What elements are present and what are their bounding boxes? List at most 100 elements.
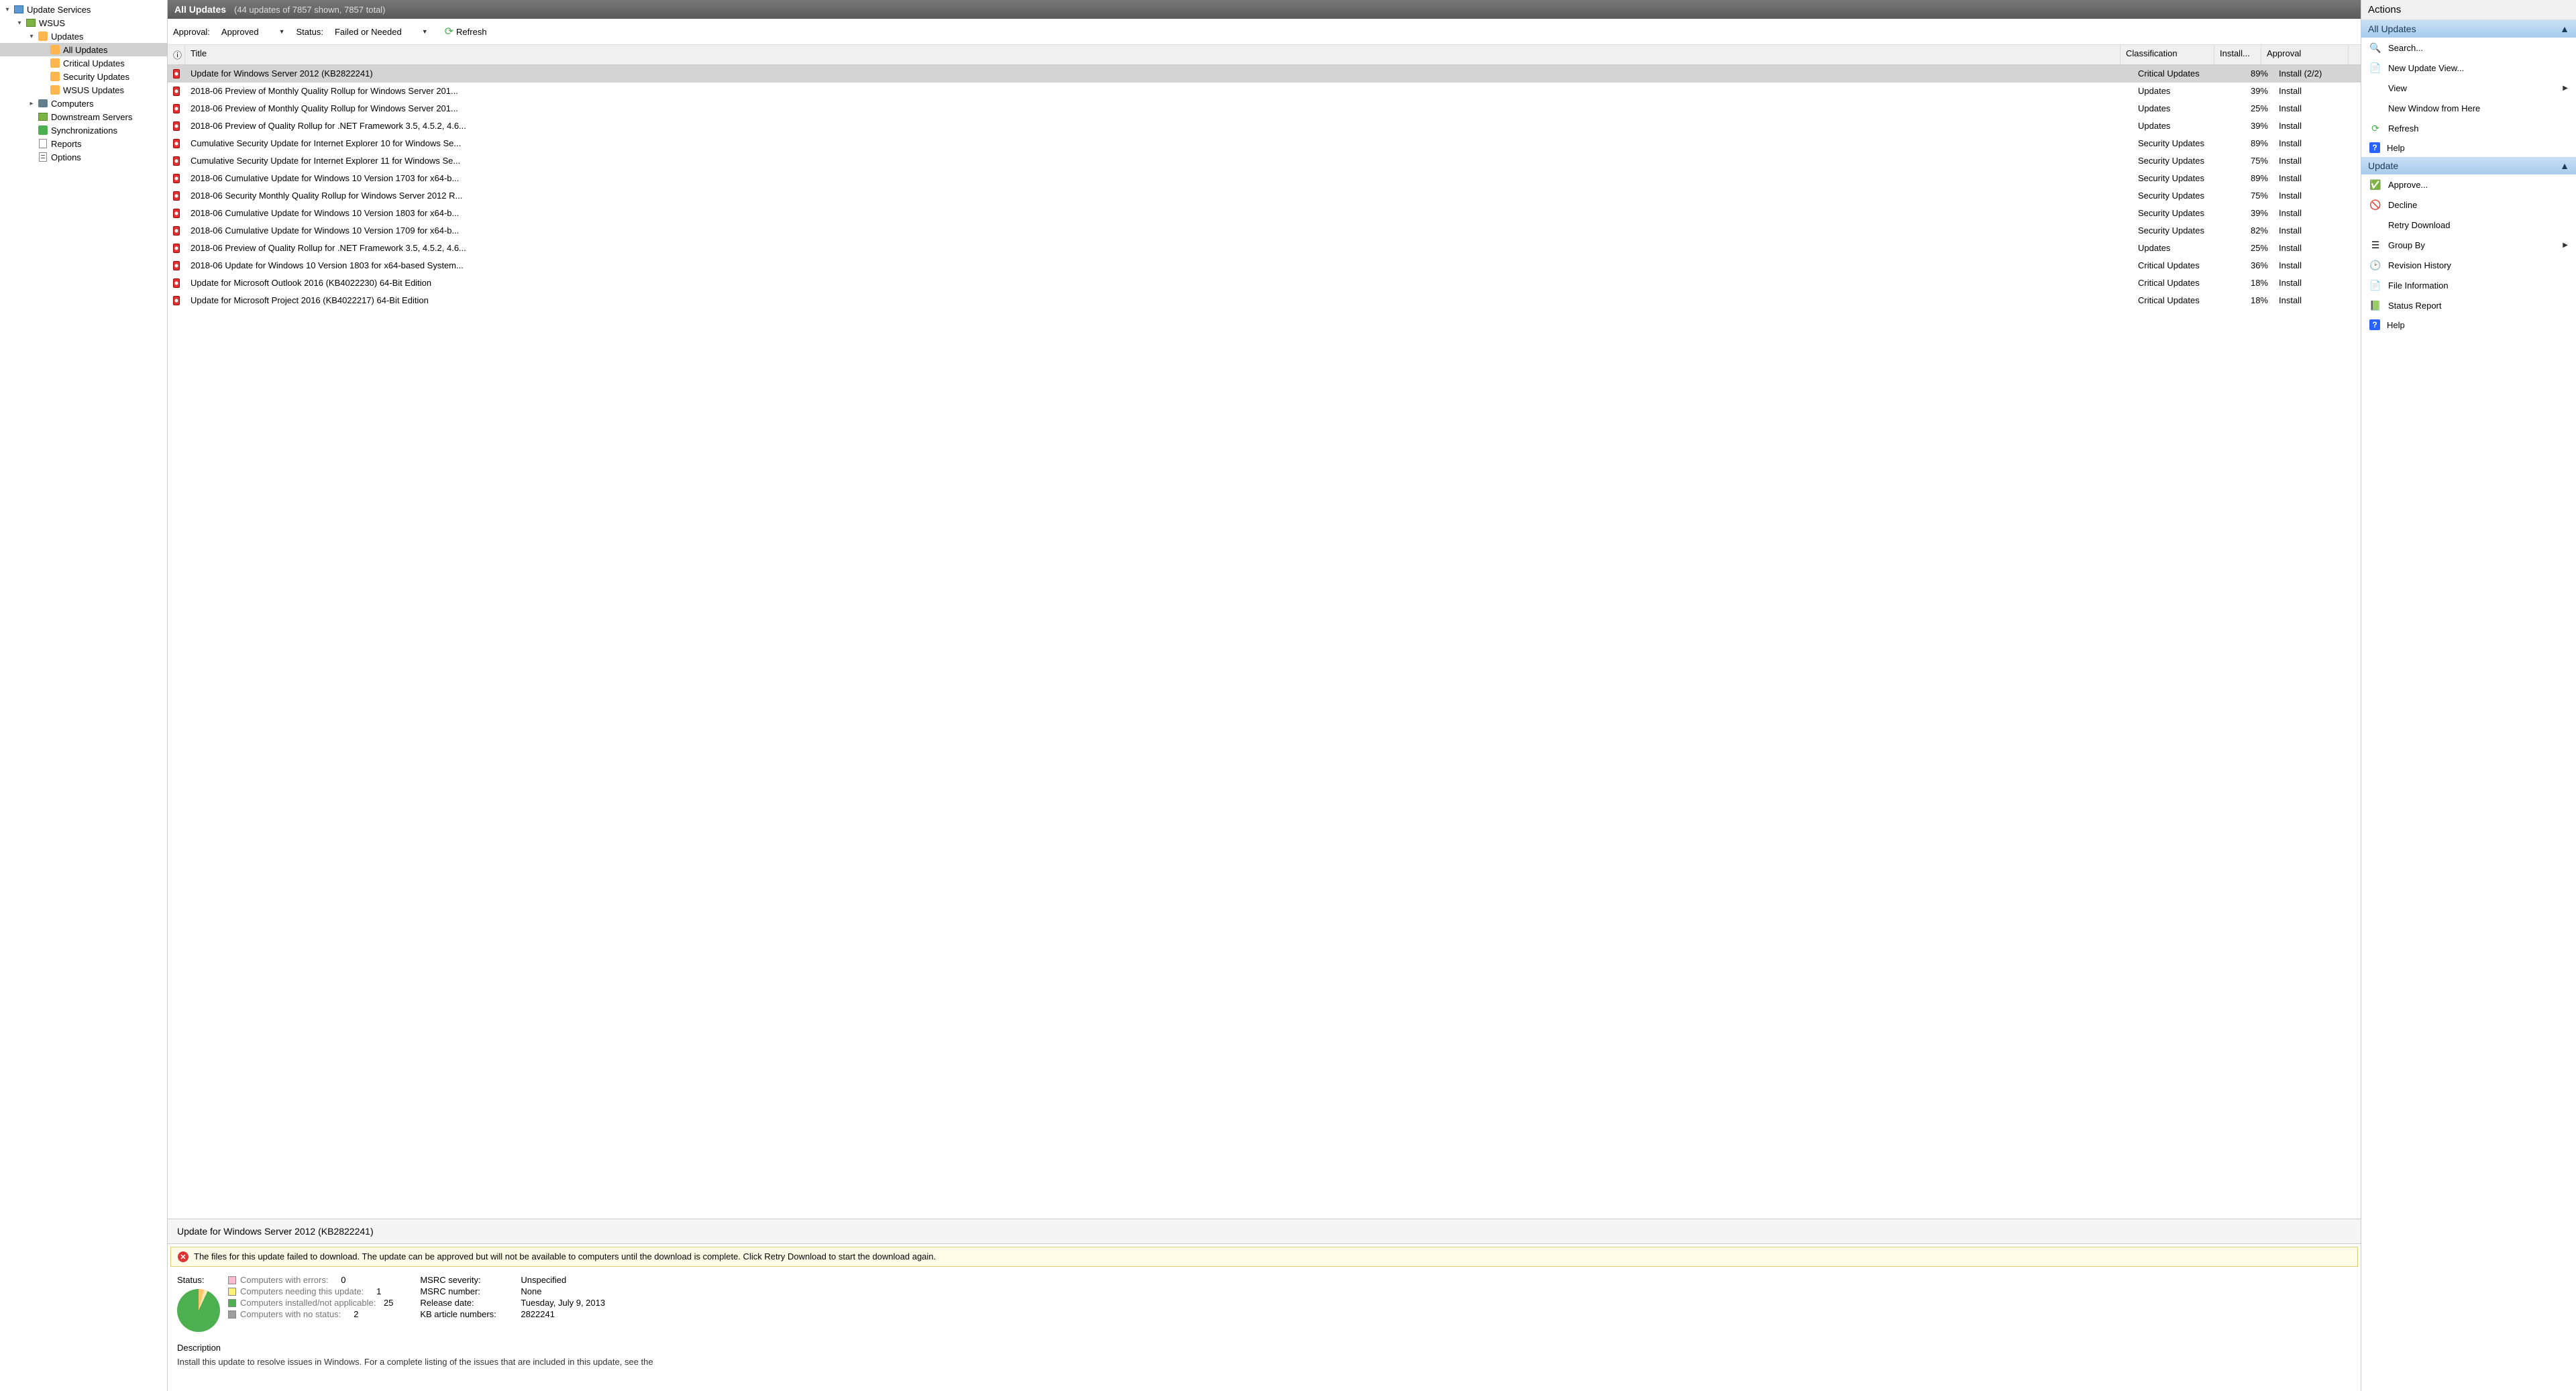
legend-swatch-needing [228, 1288, 236, 1296]
detail-pane[interactable]: ✕ The files for this update failed to do… [168, 1243, 2361, 1391]
updates-grid[interactable]: Update for Windows Server 2012 (KB282224… [168, 65, 2361, 1219]
tree-security-updates[interactable]: Security Updates [0, 70, 167, 83]
updates-icon [50, 85, 60, 95]
action-new-view[interactable]: 📄 New Update View... [2361, 58, 2576, 78]
row-approval: Install [2273, 294, 2361, 307]
action-group-by[interactable]: ☰ Group By ▶ [2361, 235, 2576, 255]
tree-all-updates[interactable]: All Updates [0, 43, 167, 56]
row-title: Update for Windows Server 2012 (KB282224… [185, 67, 2133, 80]
row-status-icon [168, 85, 185, 97]
expander-icon[interactable]: ▾ [3, 5, 12, 14]
action-status-report[interactable]: 📗 Status Report [2361, 295, 2576, 315]
table-row[interactable]: Cumulative Security Update for Internet … [168, 135, 2361, 152]
table-row[interactable]: 2018-06 Update for Windows 10 Version 18… [168, 257, 2361, 274]
tree-options[interactable]: Options [0, 150, 167, 164]
row-install-pct: 25% [2226, 102, 2273, 115]
approval-value: Approved [221, 27, 259, 37]
row-classification: Critical Updates [2133, 276, 2226, 289]
tree-label: Update Services [27, 5, 91, 15]
col-title[interactable]: Title [185, 45, 2121, 64]
status-legend: Computers with errors:0 Computers needin… [228, 1275, 393, 1332]
row-install-pct: 89% [2226, 172, 2273, 185]
tree-label: Synchronizations [51, 125, 117, 136]
action-approve[interactable]: ✅ Approve... [2361, 174, 2576, 195]
row-approval: Install [2273, 137, 2361, 150]
table-row[interactable]: 2018-06 Security Monthly Quality Rollup … [168, 187, 2361, 205]
row-approval: Install [2273, 224, 2361, 237]
table-row[interactable]: 2018-06 Preview of Quality Rollup for .N… [168, 117, 2361, 135]
tree-sync[interactable]: Synchronizations [0, 123, 167, 137]
content-header: All Updates (44 updates of 7857 shown, 7… [168, 0, 2361, 19]
row-approval: Install [2273, 102, 2361, 115]
filter-bar: Approval: Approved ▼ Status: Failed or N… [168, 19, 2361, 45]
action-search[interactable]: 🔍 Search... [2361, 38, 2576, 58]
row-classification: Security Updates [2133, 137, 2226, 150]
row-title: 2018-06 Preview of Monthly Quality Rollu… [185, 102, 2133, 115]
row-approval: Install [2273, 189, 2361, 202]
grid-header: ⓘ Title Classification Install... Approv… [168, 45, 2361, 65]
tree-computers[interactable]: ▸ Computers [0, 97, 167, 110]
row-title: Cumulative Security Update for Internet … [185, 154, 2133, 167]
updates-icon [50, 71, 60, 82]
col-installed[interactable]: Install... [2214, 45, 2261, 64]
row-approval: Install [2273, 85, 2361, 97]
table-row[interactable]: 2018-06 Cumulative Update for Windows 10… [168, 170, 2361, 187]
row-title: Update for Microsoft Project 2016 (KB402… [185, 294, 2133, 307]
table-row[interactable]: Cumulative Security Update for Internet … [168, 152, 2361, 170]
row-install-pct: 39% [2226, 85, 2273, 97]
row-status-icon [168, 119, 185, 132]
download-error-banner: ✕ The files for this update failed to do… [170, 1247, 2358, 1267]
actions-section-update[interactable]: Update ▲ [2361, 157, 2576, 174]
tree-critical-updates[interactable]: Critical Updates [0, 56, 167, 70]
action-decline[interactable]: 🚫 Decline [2361, 195, 2576, 215]
action-view[interactable]: View ▶ [2361, 78, 2576, 98]
table-row[interactable]: 2018-06 Cumulative Update for Windows 10… [168, 222, 2361, 240]
col-classification[interactable]: Classification [2121, 45, 2214, 64]
row-classification: Updates [2133, 242, 2226, 254]
approval-dropdown[interactable]: Approved ▼ [215, 24, 291, 40]
computer-icon [38, 98, 48, 109]
row-classification: Updates [2133, 119, 2226, 132]
tree-wsus-updates[interactable]: WSUS Updates [0, 83, 167, 97]
action-refresh[interactable]: ⟳ Refresh [2361, 118, 2576, 138]
action-help-2[interactable]: ? Help [2361, 315, 2576, 334]
expander-icon[interactable]: ▸ [27, 99, 36, 108]
col-status-icon[interactable]: ⓘ [168, 45, 185, 64]
expander-icon[interactable]: ▾ [15, 18, 24, 28]
table-row[interactable]: 2018-06 Preview of Monthly Quality Rollu… [168, 83, 2361, 100]
action-retry-download[interactable]: Retry Download [2361, 215, 2576, 235]
tree-updates[interactable]: ▾ Updates [0, 30, 167, 43]
table-row[interactable]: 2018-06 Preview of Quality Rollup for .N… [168, 240, 2361, 257]
status-dropdown[interactable]: Failed or Needed ▼ [329, 24, 434, 40]
tree-reports[interactable]: Reports [0, 137, 167, 150]
tree-label: Options [51, 152, 81, 162]
file-icon: 📄 [2369, 279, 2381, 291]
row-install-pct: 39% [2226, 119, 2273, 132]
table-row[interactable]: Update for Windows Server 2012 (KB282224… [168, 65, 2361, 83]
row-title: 2018-06 Cumulative Update for Windows 10… [185, 224, 2133, 237]
approve-icon: ✅ [2369, 178, 2381, 191]
table-row[interactable]: 2018-06 Preview of Monthly Quality Rollu… [168, 100, 2361, 117]
collapse-icon: ▲ [2560, 23, 2569, 34]
action-revision-history[interactable]: 🕑 Revision History [2361, 255, 2576, 275]
tree-downstream[interactable]: Downstream Servers [0, 110, 167, 123]
error-icon: ✕ [178, 1251, 189, 1262]
legend-swatch-errors [228, 1276, 236, 1284]
table-row[interactable]: 2018-06 Cumulative Update for Windows 10… [168, 205, 2361, 222]
action-help[interactable]: ? Help [2361, 138, 2576, 157]
expander-icon[interactable]: ▾ [27, 32, 36, 41]
help-icon: ? [2369, 319, 2380, 330]
actions-section-all-updates[interactable]: All Updates ▲ [2361, 20, 2576, 38]
navigation-tree: ▾ Update Services ▾ WSUS ▾ Updates All U… [0, 0, 168, 1391]
refresh-button[interactable]: ⟳ Refresh [439, 23, 492, 40]
table-row[interactable]: Update for Microsoft Outlook 2016 (KB402… [168, 274, 2361, 292]
action-new-window[interactable]: New Window from Here [2361, 98, 2576, 118]
row-classification: Security Updates [2133, 189, 2226, 202]
status-label: Status: [297, 27, 323, 37]
tree-wsus[interactable]: ▾ WSUS [0, 16, 167, 30]
action-file-info[interactable]: 📄 File Information [2361, 275, 2576, 295]
table-row[interactable]: Update for Microsoft Project 2016 (KB402… [168, 292, 2361, 309]
col-approval[interactable]: Approval [2261, 45, 2349, 64]
row-status-icon [168, 242, 185, 254]
tree-root[interactable]: ▾ Update Services [0, 3, 167, 16]
